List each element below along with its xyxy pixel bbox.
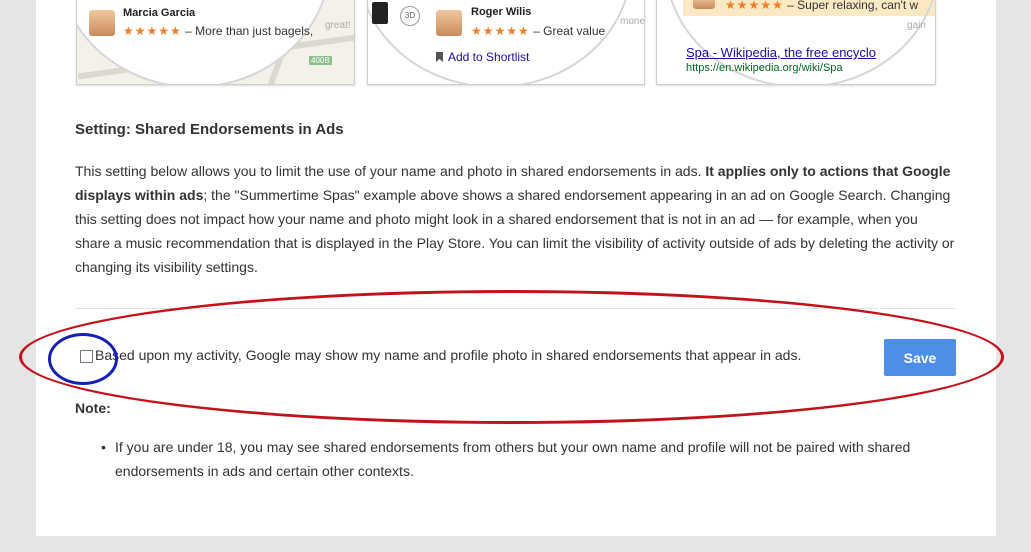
faint-text: gain <box>907 20 926 31</box>
search-result-title-text: Spa - Wikipedia, the free encyclo <box>686 45 877 60</box>
example-card-shopping: 3D Roger Wilis ★★★★★ – Great value mone … <box>367 0 645 85</box>
section-divider <box>75 308 956 309</box>
example-card-maps: Marcia Garcia ★★★★★ – More than just bag… <box>76 0 355 85</box>
star-rating: ★★★★★ <box>123 24 182 38</box>
review-text: – More than just bagels, <box>185 24 314 38</box>
faint-text: great! <box>325 20 351 31</box>
review-text: – Super relaxing, can't w <box>787 0 919 12</box>
note-item-text: If you are under 18, you may see shared … <box>115 439 911 479</box>
checkbox-label: Based upon my activity, Google may show … <box>95 347 802 363</box>
reviewer-avatar <box>89 10 115 36</box>
section-title: Setting: Shared Endorsements in Ads <box>75 121 344 138</box>
bookmark-icon <box>436 52 443 62</box>
star-rating: ★★★★★ <box>471 24 530 38</box>
search-result-url: https://en.wikipedia.org/wiki/Spa <box>686 62 843 74</box>
3d-view-icon: 3D <box>400 6 420 26</box>
review-line: ★★★★★ – Great value <box>471 24 605 38</box>
review-line: ★★★★★ – More than just bagels, <box>123 24 313 38</box>
desc-part-2: ; the "Summertime Spas" example above sh… <box>75 187 955 275</box>
search-result-title[interactable]: Spa - Wikipedia, the free encyclo <box>686 45 876 60</box>
reviewer-avatar <box>436 10 462 36</box>
product-thumbnail <box>372 2 388 24</box>
setting-description: This setting below allows you to limit t… <box>75 159 955 279</box>
add-to-shortlist-link[interactable]: Add to Shortlist <box>436 50 529 64</box>
note-title: Note: <box>75 400 111 416</box>
map-route-label: 400B <box>309 56 332 65</box>
settings-page: Marcia Garcia ★★★★★ – More than just bag… <box>36 0 996 536</box>
note-item: • If you are under 18, you may see shared… <box>101 435 955 483</box>
reviewer-name: Roger Wilis <box>471 6 532 18</box>
shortlist-label: Add to Shortlist <box>448 50 530 64</box>
review-text: – Great value <box>533 24 606 38</box>
note-list: • If you are under 18, you may see shared… <box>101 435 955 483</box>
bullet-icon: • <box>101 439 106 455</box>
reviewer-name: Marcia Garcia <box>123 7 196 19</box>
example-card-search: ★★★★★ – Super relaxing, can't w gain Spa… <box>656 0 936 85</box>
save-button[interactable]: Save <box>884 339 956 376</box>
faint-text: mone <box>620 16 645 27</box>
shared-endorsement-checkbox[interactable] <box>80 350 93 363</box>
review-line: ★★★★★ – Super relaxing, can't w <box>725 0 918 12</box>
reviewer-avatar <box>693 0 715 9</box>
desc-part-1: This setting below allows you to limit t… <box>75 163 706 179</box>
star-rating: ★★★★★ <box>725 0 784 12</box>
